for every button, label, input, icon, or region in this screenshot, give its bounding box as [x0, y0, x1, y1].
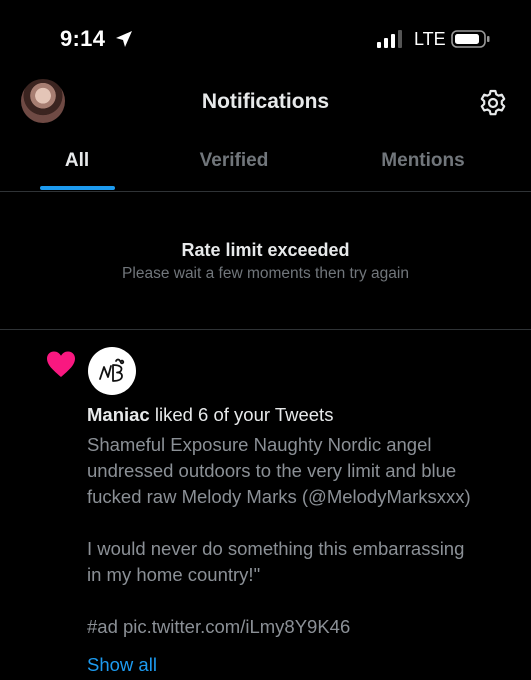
network-type: LTE: [414, 29, 446, 49]
location-arrow-icon: [116, 31, 132, 47]
notification-tabs: All Verified Mentions: [0, 140, 531, 192]
actor-name[interactable]: Maniac: [87, 404, 150, 425]
page-title: Notifications: [201, 90, 330, 113]
tab-verified[interactable]: Verified: [180, 150, 288, 172]
active-tab-indicator: [40, 186, 115, 190]
status-bar: 9:14 LTE: [0, 0, 531, 70]
actor-logo-icon: [99, 358, 125, 382]
tab-mentions[interactable]: Mentions: [362, 150, 484, 172]
notification-summary: Maniac liked 6 of your Tweets: [87, 404, 333, 426]
signal-icon: [377, 30, 402, 48]
heart-icon: [47, 351, 75, 377]
tweet-text: Shameful Exposure Naughty Nordic angel u…: [87, 434, 471, 637]
tab-all[interactable]: All: [40, 150, 114, 172]
rate-limit-message: Rate limit exceeded Please wait a few mo…: [0, 192, 531, 330]
notification-action: liked 6 of your Tweets: [149, 404, 334, 425]
status-time: 9:14: [60, 26, 106, 51]
battery-icon: [451, 30, 490, 48]
rate-limit-subtitle: Please wait a few moments then try again: [122, 265, 409, 282]
show-all-link[interactable]: Show all: [87, 654, 157, 676]
rate-limit-title: Rate limit exceeded: [181, 240, 350, 260]
actor-avatar[interactable]: [88, 347, 136, 395]
gear-icon[interactable]: [478, 88, 508, 118]
